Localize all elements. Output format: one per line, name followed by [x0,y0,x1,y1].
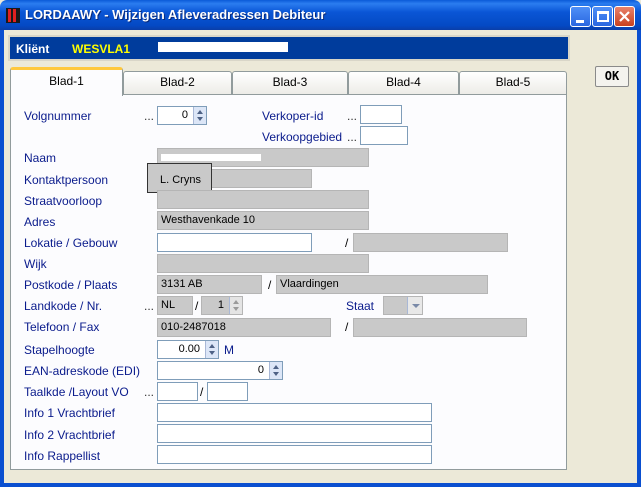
client-name-redacted [158,42,288,52]
window-frame-bottom [0,483,641,487]
landkode-label: Landkode / Nr. [24,299,103,313]
info1-label: Info 1 Vrachtbrief [24,406,115,420]
ean-label: EAN-adreskode (EDI) [24,364,141,378]
tab-blad-1[interactable]: Blad-1 [10,67,123,96]
lokatie-separator: / [345,236,349,250]
landkode-nr-field[interactable]: 1 [201,296,243,315]
staat-dropdown-button[interactable] [407,297,422,314]
kontaktpersoon-label: Kontaktpersoon [24,173,109,187]
window-title: LORDAAWY - Wijzigen Afleveradressen Debi… [25,7,326,22]
naam-redacted [161,154,261,161]
straatvoorloop-label: Straatvoorloop [24,194,103,208]
fax-field[interactable] [353,318,527,337]
window-frame-left [0,30,4,487]
stapelhoogte-spinner[interactable] [205,341,218,358]
postkode-field[interactable]: 3131 AB [157,275,262,294]
minimize-icon [576,20,584,23]
plaats-field[interactable]: Vlaardingen [276,275,488,294]
adres-label: Adres [24,215,56,229]
tab-blad-2[interactable]: Blad-2 [123,71,232,95]
minimize-button[interactable] [570,6,591,27]
ean-value: 0 [257,364,264,376]
stapelhoogte-value: 0.00 [178,343,200,355]
verkoopgebied-field[interactable] [360,126,408,145]
maximize-button[interactable] [592,6,613,27]
telefoon-field[interactable]: 010-2487018 [157,318,331,337]
window-frame-right [637,30,641,487]
tab-blad-3[interactable]: Blad-3 [232,71,348,95]
telefoon-separator: / [345,320,349,334]
client-code: WESVLA1 [72,42,131,56]
info2-label: Info 2 Vrachtbrief [24,428,115,442]
close-button[interactable] [614,6,635,27]
adres-field[interactable]: Westhavenkade 10 [157,211,369,230]
landkode-dots: ... [144,299,155,313]
taalkde-field[interactable] [157,382,198,401]
tab-blad-4[interactable]: Blad-4 [348,71,459,95]
kontaktpersoon-value-box: L. Cryns [147,163,212,193]
close-icon [619,11,630,22]
tab-blad-5[interactable]: Blad-5 [459,71,567,95]
naam-label: Naam [24,151,57,165]
info1-field[interactable] [157,403,432,422]
taalkde-dots: ... [144,385,155,399]
verkoper-id-label: Verkoper-id [262,109,324,123]
landkode-field[interactable]: NL [157,296,193,315]
client-header: Kliënt WESVLA1 [8,35,570,61]
ok-button[interactable]: OK [595,66,629,87]
landkode-nr-spinner[interactable] [229,297,242,314]
maximize-icon [597,11,609,22]
lokatie-field[interactable] [157,233,312,252]
lokatie-label: Lokatie / Gebouw [24,236,118,250]
app-icon [6,8,20,23]
stapelhoogte-label: Stapelhoogte [24,343,95,357]
telefoon-label: Telefoon / Fax [24,320,100,334]
staat-label: Staat [346,299,375,313]
volgnummer-dots: ... [144,109,155,123]
verkoper-id-dots: ... [347,109,358,123]
title-bar: LORDAAWY - Wijzigen Afleveradressen Debi… [0,0,641,30]
info-rappellist-field[interactable] [157,445,432,464]
landkode-separator: / [195,299,199,313]
volgnummer-field[interactable]: 0 [157,106,207,125]
taalkde-separator: / [200,385,204,399]
verkoopgebied-label: Verkoopgebied [262,130,343,144]
volgnummer-value: 0 [181,109,188,121]
volgnummer-label: Volgnummer [24,109,92,123]
stapelhoogte-field[interactable]: 0.00 [157,340,219,359]
client-label: Kliënt [16,42,50,56]
landkode-nr-value: 1 [217,299,224,311]
ean-field[interactable]: 0 [157,361,283,380]
wijk-label: Wijk [24,257,47,271]
info2-field[interactable] [157,424,432,443]
taalkde-label: Taalkde /Layout VO [24,385,129,399]
straatvoorloop-field[interactable] [157,190,369,209]
chevron-down-icon [412,304,420,308]
wijk-field[interactable] [157,254,369,273]
info-rappellist-label: Info Rappellist [24,449,101,463]
postkode-label: Postkode / Plaats [24,278,118,292]
gebouw-field[interactable] [353,233,508,252]
layout-vo-field[interactable] [207,382,248,401]
verkoopgebied-dots: ... [347,130,358,144]
ean-spinner[interactable] [269,362,282,379]
volgnummer-spinner[interactable] [193,107,206,124]
stapelhoogte-unit: M [224,343,234,357]
postkode-separator: / [268,278,272,292]
staat-select[interactable] [383,296,423,315]
verkoper-id-field[interactable] [360,105,402,124]
